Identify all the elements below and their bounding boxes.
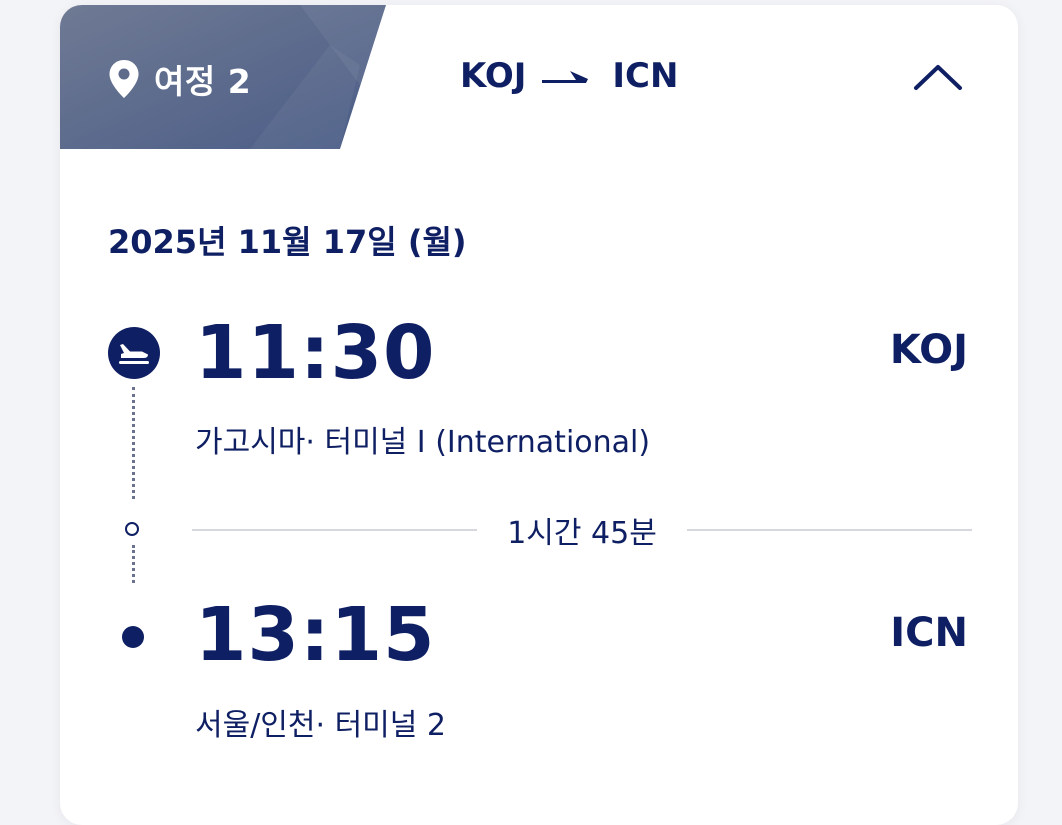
takeoff-icon bbox=[108, 327, 160, 379]
route-origin: KOJ bbox=[460, 56, 527, 96]
arrival-code: ICN bbox=[890, 610, 968, 656]
map-pin-icon bbox=[108, 59, 140, 99]
itinerary-card: 여정 2 KOJ ICN 2025년 11월 17일 (월) 11:30 KOJ… bbox=[60, 5, 1018, 825]
flight-duration: 1시간 45분 bbox=[192, 508, 973, 552]
itinerary-label: 여정 2 bbox=[154, 62, 252, 101]
route-destination: ICN bbox=[612, 56, 679, 96]
timeline-line-lower bbox=[132, 545, 135, 583]
timeline-line-upper bbox=[132, 387, 135, 499]
collapse-button[interactable] bbox=[908, 57, 968, 101]
departure-code: KOJ bbox=[889, 327, 968, 373]
arrival-terminal: 서울/인천· 터미널 2 bbox=[195, 708, 447, 743]
flight-date: 2025년 11월 17일 (월) bbox=[108, 223, 467, 261]
arrival-dot bbox=[122, 626, 144, 648]
duration-text: 1시간 45분 bbox=[507, 516, 657, 551]
plane-arrow-icon bbox=[540, 56, 590, 96]
itinerary-tag-content: 여정 2 bbox=[108, 55, 251, 103]
timeline-stop-circle bbox=[125, 522, 139, 536]
duration-divider-left bbox=[192, 529, 478, 531]
departure-terminal: 가고시마· 터미널 I (International) bbox=[195, 425, 651, 460]
departure-time: 11:30 bbox=[195, 310, 436, 396]
duration-divider-right bbox=[686, 529, 973, 531]
itinerary-tag: 여정 2 bbox=[60, 5, 386, 149]
route-summary: KOJ ICN bbox=[460, 55, 678, 97]
arrival-time: 13:15 bbox=[195, 592, 436, 678]
chevron-up-icon bbox=[913, 63, 963, 95]
